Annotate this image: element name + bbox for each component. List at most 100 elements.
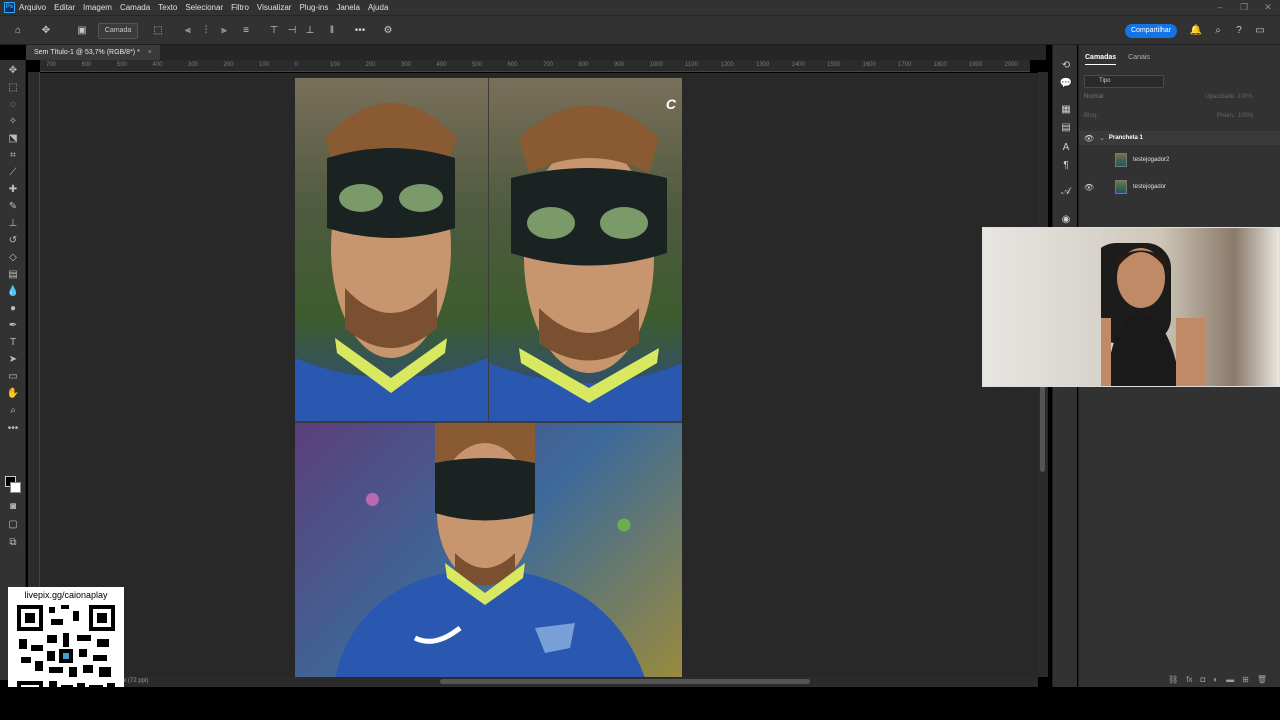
adjustment-icon[interactable]: ◐ [1213, 673, 1218, 687]
transform-controls-icon[interactable]: ⬚ [150, 23, 166, 39]
menu-filtro[interactable]: Filtro [227, 0, 253, 15]
align-top-icon[interactable]: ⊤ [266, 23, 282, 39]
healing-brush-icon[interactable]: ✚ [5, 183, 21, 197]
auto-select-icon[interactable]: ▣ [74, 23, 90, 39]
blend-mode-dropdown[interactable]: Normal [1084, 94, 1184, 100]
align-center-icon[interactable]: ⫶ [198, 23, 214, 39]
vertical-scroll-thumb[interactable] [1040, 372, 1045, 472]
move-tool-icon[interactable]: ✥ [38, 23, 54, 39]
history-icon[interactable]: ⟲ [1059, 59, 1073, 73]
paragraph-icon[interactable]: ¶ [1059, 159, 1073, 173]
trash-icon[interactable]: 🗑 [1257, 673, 1267, 687]
gear-icon[interactable]: ⚙ [380, 23, 396, 39]
home-icon[interactable]: ⌂ [10, 23, 26, 39]
fx-icon[interactable]: fx [1186, 673, 1192, 687]
more-tools-icon[interactable]: ••• [5, 422, 21, 436]
close-icon[interactable]: ✕ [1256, 0, 1280, 15]
character-icon[interactable]: A [1059, 141, 1073, 155]
artboard[interactable]: C [295, 78, 682, 677]
search-icon[interactable]: ⌕ [1210, 23, 1226, 39]
tab-canais[interactable]: Canais [1128, 51, 1150, 65]
magic-wand-icon[interactable]: ✧ [5, 115, 21, 129]
history-brush-icon[interactable]: ↺ [5, 234, 21, 248]
gradient-tool-icon[interactable]: ▤ [5, 268, 21, 282]
horizontal-scrollbar[interactable] [40, 677, 1038, 687]
share-button[interactable]: Compartilhar [1125, 24, 1177, 38]
menu-selecionar[interactable]: Selecionar [181, 0, 227, 15]
pen-tool-icon[interactable]: ✒ [5, 319, 21, 333]
menu-janela[interactable]: Janela [332, 0, 364, 15]
distribute-vertical-icon[interactable]: ‖ [324, 23, 340, 39]
glyphs-icon[interactable]: 𝒜 [1059, 185, 1073, 199]
comments-icon[interactable]: 💬 [1059, 77, 1073, 91]
zoom-tool-icon[interactable]: ⌕ [5, 404, 21, 418]
screen-mode-icon[interactable]: ▢ [5, 518, 21, 532]
menu-visualizar[interactable]: Visualizar [253, 0, 296, 15]
artboard-group-row[interactable]: 👁 ⌄ Prancheta 1 [1079, 131, 1280, 145]
eye-icon[interactable]: 👁 [1079, 134, 1099, 143]
options-bar: ⌂ ✥ ▣ Camada ⬚ ⫷ ⫶ ⫸ ≡ ⊤ ⊣ ⊥ ‖ ••• ⚙ Com… [0, 15, 1280, 45]
eraser-tool-icon[interactable]: ◇ [5, 251, 21, 265]
hand-tool-icon[interactable]: ✋ [5, 387, 21, 401]
marquee-tool-icon[interactable]: ⬚ [5, 81, 21, 95]
crop-tool-icon[interactable]: ⌗ [5, 149, 21, 163]
mask-icon[interactable]: ◘ [1200, 673, 1205, 687]
workspace-icon[interactable]: ▭ [1252, 23, 1268, 39]
edit-toolbar-icon[interactable]: ⧉ [5, 536, 21, 550]
align-middle-icon[interactable]: ⊣ [284, 23, 300, 39]
opacity-field[interactable]: Opacidade: 100% [1205, 94, 1253, 100]
panel-tabs: Camadas Canais [1079, 51, 1280, 65]
folder-icon[interactable]: ▬ [1226, 673, 1234, 687]
eye-icon[interactable]: 👁 [1079, 183, 1099, 192]
dodge-tool-icon[interactable]: ● [5, 302, 21, 316]
tab-camadas[interactable]: Camadas [1085, 51, 1117, 65]
lasso-tool-icon[interactable]: ◌ [5, 98, 21, 112]
grid-icon[interactable]: ▦ [1059, 103, 1073, 117]
auto-select-dropdown[interactable]: Camada [98, 23, 138, 39]
menu-plugins[interactable]: Plug-ins [295, 0, 332, 15]
ruler-tick-label: 700 [543, 62, 554, 68]
menu-imagem[interactable]: Imagem [79, 0, 116, 15]
chevron-down-icon[interactable]: ⌄ [1099, 134, 1105, 142]
help-icon[interactable]: ? [1231, 23, 1247, 39]
object-select-icon[interactable]: ⬔ [5, 132, 21, 146]
type-tool-icon[interactable]: T [5, 336, 21, 350]
clone-stamp-icon[interactable]: ⊥ [5, 217, 21, 231]
path-select-icon[interactable]: ➤ [5, 353, 21, 367]
menu-ajuda[interactable]: Ajuda [364, 0, 392, 15]
bell-icon[interactable]: 🔔 [1188, 23, 1204, 39]
canvas-area[interactable]: C [40, 73, 1038, 677]
libraries-icon[interactable]: ▤ [1059, 121, 1073, 135]
webcam-overlay [982, 227, 1280, 387]
ruler-tick-label: 200 [365, 62, 376, 68]
layer-row[interactable]: 👁 testejogador [1079, 174, 1280, 200]
eyedropper-icon[interactable]: ⟋ [5, 166, 21, 180]
blur-tool-icon[interactable]: 💧 [5, 285, 21, 299]
menu-camada[interactable]: Camada [116, 0, 154, 15]
layer-row[interactable]: testejogador2 [1079, 147, 1280, 173]
move-tool-icon[interactable]: ✥ [5, 64, 21, 78]
more-options-icon[interactable]: ••• [352, 23, 368, 39]
close-tab-icon[interactable]: × [148, 45, 152, 60]
horizontal-scroll-thumb[interactable] [440, 679, 810, 684]
maximize-icon[interactable]: ❐ [1232, 0, 1256, 15]
fill-field[interactable]: Preen.: 100% [1217, 113, 1253, 119]
brush-tool-icon[interactable]: ✎ [5, 200, 21, 214]
align-bottom-icon[interactable]: ⊥ [302, 23, 318, 39]
align-left-icon[interactable]: ⫷ [180, 23, 196, 39]
minimize-icon[interactable]: – [1208, 0, 1232, 15]
distribute-icon[interactable]: ≡ [238, 23, 254, 39]
color-icon[interactable]: ◉ [1059, 213, 1073, 227]
background-color-swatch[interactable] [10, 482, 21, 493]
layer-filter-dropdown[interactable]: Tipo [1084, 75, 1164, 88]
document-tab[interactable]: Sem Título-1 @ 53,7% (RGB/8*) * × [26, 45, 160, 60]
menu-texto[interactable]: Texto [154, 0, 181, 15]
rectangle-tool-icon[interactable]: ▭ [5, 370, 21, 384]
new-layer-icon[interactable]: ⊞ [1242, 673, 1249, 687]
quick-mask-icon[interactable]: ◙ [5, 500, 21, 514]
menu-editar[interactable]: Editar [50, 0, 79, 15]
link-icon[interactable]: ⛓ [1168, 673, 1178, 687]
ruler-tick-label: 2000 [1004, 62, 1018, 68]
menu-arquivo[interactable]: Arquivo [15, 0, 50, 15]
align-right-icon[interactable]: ⫸ [216, 23, 232, 39]
